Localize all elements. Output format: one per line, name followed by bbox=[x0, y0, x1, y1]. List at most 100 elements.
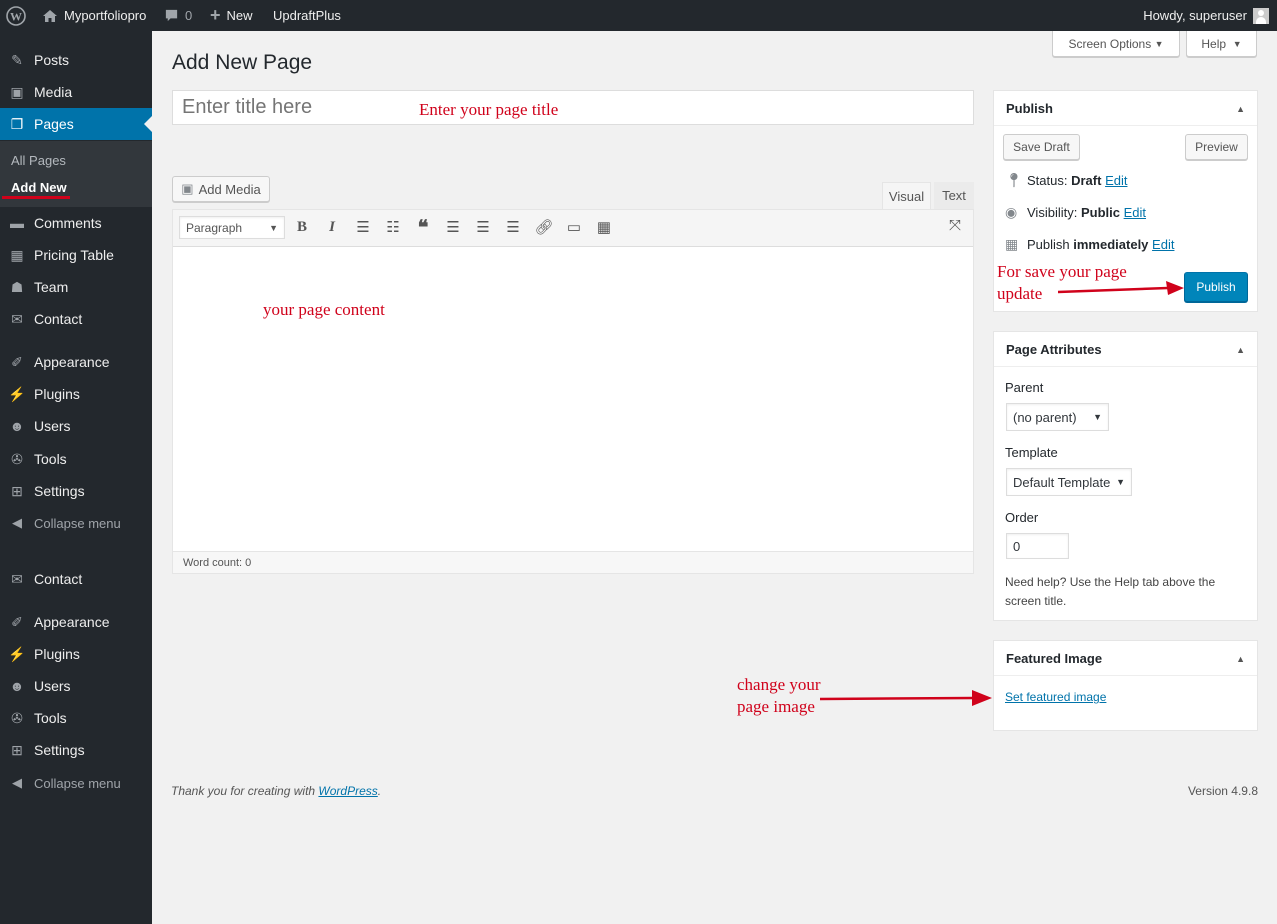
comments-count: 0 bbox=[185, 8, 193, 23]
account-menu[interactable]: Howdy, superuser bbox=[1143, 0, 1269, 31]
tab-visual[interactable]: Visual bbox=[882, 182, 931, 210]
wordpress-logo-icon[interactable]: W bbox=[6, 0, 26, 31]
screen-options-label: Screen Options bbox=[1068, 36, 1152, 51]
sidebar-item-label: Team bbox=[34, 279, 69, 295]
align-center-icon[interactable]: ☰ bbox=[472, 216, 494, 238]
link-icon[interactable]: 🔗︎ bbox=[533, 216, 555, 238]
toolbar-toggle-icon[interactable]: ▦ bbox=[593, 216, 615, 238]
wrench-icon: ✇ bbox=[11, 709, 23, 726]
bold-icon[interactable]: B bbox=[291, 216, 313, 238]
featured-image-box: Featured Image ▲ bbox=[993, 640, 1258, 731]
updraftplus-label: UpdraftPlus bbox=[273, 8, 341, 23]
read-more-icon[interactable]: ▭ bbox=[563, 216, 585, 238]
pages-icon: ❐ bbox=[10, 115, 24, 132]
numbered-list-icon[interactable]: ☷ bbox=[382, 216, 404, 238]
schedule-edit-link[interactable]: Edit bbox=[1152, 237, 1174, 252]
sidebar-item-plugins[interactable]: ⚡ Plugins bbox=[0, 378, 152, 410]
sidebar-collapse-menu-2[interactable]: ◀ Collapse menu bbox=[0, 767, 152, 799]
site-name-link[interactable]: Myportfoliopro bbox=[42, 0, 146, 31]
preview-button[interactable]: Preview bbox=[1185, 134, 1248, 160]
editor-content[interactable] bbox=[173, 247, 973, 551]
italic-icon[interactable]: I bbox=[321, 216, 343, 238]
sidebar-item-appearance-2[interactable]: ✐ Appearance bbox=[0, 606, 152, 638]
sidebar-item-contact-2[interactable]: ✉ Contact bbox=[0, 563, 152, 595]
plug-icon: ⚡ bbox=[8, 645, 26, 662]
set-featured-image-link[interactable]: Set featured image bbox=[1005, 690, 1106, 704]
save-draft-button[interactable]: Save Draft bbox=[1003, 134, 1080, 160]
publish-button[interactable]: Publish bbox=[1184, 272, 1248, 302]
word-count: Word count: 0 bbox=[183, 557, 252, 569]
sidebar-item-tools-2[interactable]: ✇ Tools bbox=[0, 702, 152, 734]
featured-image-header[interactable]: Featured Image ▲ bbox=[994, 641, 1257, 676]
sidebar-item-label: Plugins bbox=[34, 646, 80, 662]
comments-link[interactable]: 0 bbox=[164, 0, 192, 31]
page-attributes-title: Page Attributes bbox=[1006, 341, 1102, 357]
sidebar-item-label: Collapse menu bbox=[34, 775, 121, 791]
toggle-arrow-icon[interactable]: ▲ bbox=[1236, 654, 1245, 664]
sidebar-item-label: Comments bbox=[34, 215, 102, 231]
home-icon bbox=[43, 9, 57, 22]
sidebar-item-appearance[interactable]: ✐ Appearance bbox=[0, 346, 152, 378]
sidebar-item-users-2[interactable]: ☻ Users bbox=[0, 670, 152, 702]
order-label: Order bbox=[1005, 510, 1039, 525]
parent-select[interactable]: (no parent) ▼ bbox=[1006, 403, 1109, 431]
visibility-label: Visibility: bbox=[1027, 205, 1078, 220]
visibility-edit-link[interactable]: Edit bbox=[1124, 205, 1146, 220]
toggle-arrow-icon[interactable]: ▲ bbox=[1236, 345, 1245, 355]
sidebar-item-pages[interactable]: ❐ Pages bbox=[0, 108, 152, 140]
preview-label: Preview bbox=[1195, 140, 1238, 154]
sidebar-item-comments[interactable]: ▬ Comments bbox=[0, 207, 152, 239]
sidebar-item-pricing-table[interactable]: ▦ Pricing Table bbox=[0, 239, 152, 271]
footer-thanks-text: Thank you for creating with bbox=[171, 784, 316, 798]
help-label: Help bbox=[1201, 36, 1227, 51]
add-media-button[interactable]: ▣ Add Media bbox=[172, 176, 270, 202]
sidebar-item-posts[interactable]: ✎ Posts bbox=[0, 44, 152, 76]
caret-down-icon: ▼ bbox=[269, 222, 278, 233]
sidebar-item-media[interactable]: ▣ Media bbox=[0, 76, 152, 108]
title-input[interactable] bbox=[172, 90, 974, 125]
submenu-all-pages[interactable]: All Pages bbox=[11, 153, 66, 168]
calendar-icon: ▦ bbox=[1005, 236, 1019, 252]
status-edit-link[interactable]: Edit bbox=[1105, 173, 1127, 188]
sidebar-item-team[interactable]: ☗ Team bbox=[0, 271, 152, 303]
new-content-link[interactable]: + New bbox=[210, 0, 253, 31]
wordpress-link[interactable]: WordPress bbox=[318, 784, 377, 798]
screen-options-button[interactable]: Screen Options ▼ bbox=[1052, 31, 1180, 57]
sidebar-item-tools[interactable]: ✇ Tools bbox=[0, 443, 152, 475]
sidebar-item-settings[interactable]: ⊞ Settings bbox=[0, 475, 152, 507]
sidebar-item-label: Collapse menu bbox=[34, 515, 121, 531]
tab-text[interactable]: Text bbox=[934, 182, 974, 209]
format-select[interactable]: Paragraph ▼ bbox=[179, 216, 285, 239]
updraftplus-link[interactable]: UpdraftPlus bbox=[273, 0, 341, 31]
format-select-value: Paragraph bbox=[186, 220, 243, 235]
annotation-image-line1: change your bbox=[737, 675, 821, 694]
status-label: Status: bbox=[1027, 173, 1068, 188]
align-right-icon[interactable]: ☰ bbox=[502, 216, 524, 238]
sidebar-item-settings-2[interactable]: ⊞ Settings bbox=[0, 734, 152, 766]
sidebar-item-label: Pricing Table bbox=[34, 247, 114, 263]
blockquote-icon[interactable]: ❝ bbox=[412, 216, 434, 239]
toggle-arrow-icon[interactable]: ▲ bbox=[1236, 104, 1245, 114]
sidebar-item-plugins-2[interactable]: ⚡ Plugins bbox=[0, 638, 152, 670]
fullscreen-icon[interactable]: ⤧ bbox=[944, 214, 966, 236]
plug-icon: ⚡ bbox=[8, 385, 26, 402]
sidebar-collapse-menu[interactable]: ◀ Collapse menu bbox=[0, 507, 152, 539]
align-left-icon[interactable]: ☰ bbox=[442, 216, 464, 238]
page-attributes-help: Need help? Use the Help tab above the sc… bbox=[1005, 575, 1216, 608]
bulleted-list-icon[interactable]: ☰ bbox=[352, 216, 374, 238]
submenu-add-new[interactable]: Add New bbox=[11, 180, 67, 195]
sidebar-item-contact[interactable]: ✉ Contact bbox=[0, 303, 152, 335]
sidebar-item-label: Contact bbox=[34, 571, 83, 587]
template-select[interactable]: Default Template ▼ bbox=[1006, 468, 1132, 496]
schedule-value: immediately bbox=[1073, 237, 1149, 252]
help-button[interactable]: Help ▼ bbox=[1186, 31, 1257, 57]
publish-box-header[interactable]: Publish ▲ bbox=[994, 91, 1257, 126]
order-input[interactable]: 0 bbox=[1006, 533, 1069, 559]
avatar bbox=[1253, 7, 1269, 24]
media-icon: ▣ bbox=[181, 181, 194, 196]
page-attributes-header[interactable]: Page Attributes ▲ bbox=[994, 332, 1257, 367]
sidebar-item-users[interactable]: ☻ Users bbox=[0, 410, 152, 442]
settings-icon: ⊞ bbox=[11, 482, 23, 499]
parent-label: Parent bbox=[1005, 380, 1044, 395]
annotation-title: Enter your page title bbox=[419, 100, 559, 119]
